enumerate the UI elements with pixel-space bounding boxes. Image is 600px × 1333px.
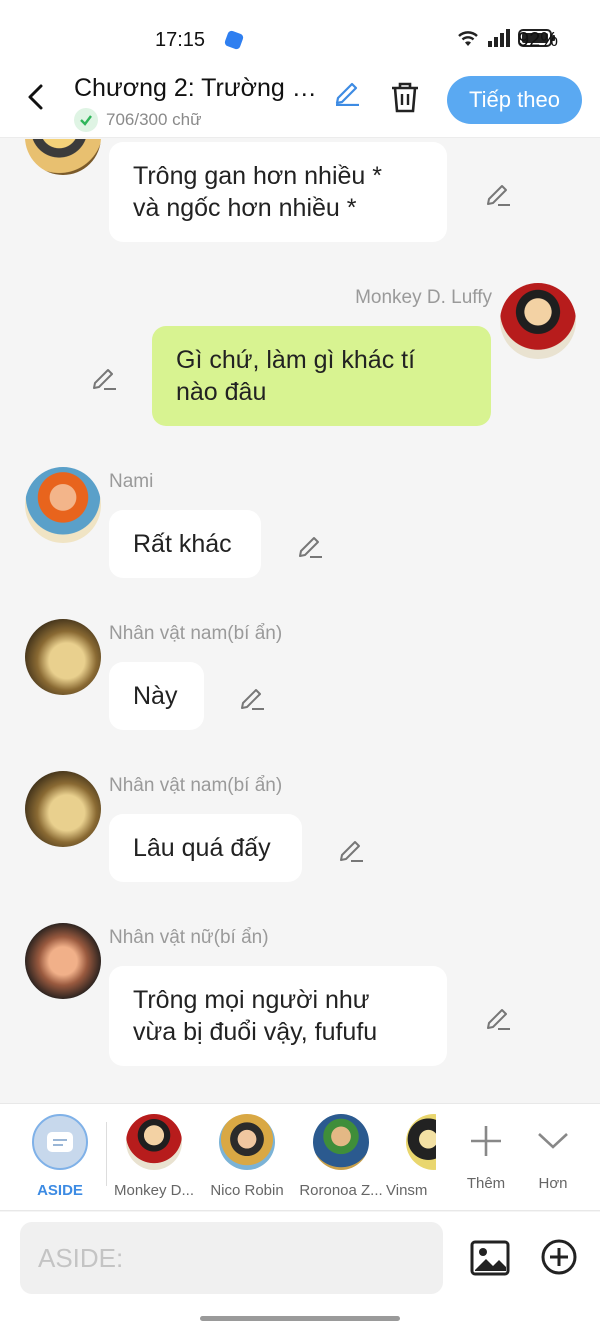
cast-vinsmoke[interactable]: Vinsm [386,1114,436,1199]
aside-icon [32,1114,88,1170]
cast-label: Hơn [538,1175,568,1192]
avatar-mystery-female[interactable] [25,923,101,999]
app-notification-icon [223,29,245,51]
avatar-luffy[interactable] [500,283,576,359]
cast-label: Nico Robin [210,1182,284,1199]
message-bubble[interactable]: Rất khác [109,510,261,578]
sender-name: Monkey D. Luffy [355,287,492,308]
message-bubble[interactable]: Trông gan hơn nhiều * và ngốc hơn nhiều … [109,142,447,242]
chevron-down-icon [538,1133,568,1149]
battery-percent: 92% [518,29,559,51]
signal-icon [488,29,510,47]
avatar-sanji[interactable] [25,139,101,175]
character-selector: ASIDE Monkey D... Nico Robin Roronoa Z..… [0,1103,600,1211]
message-bubble[interactable]: Lâu quá đấy [109,814,302,882]
avatar-robin [219,1114,275,1170]
cast-label: Vinsm [386,1182,428,1199]
home-indicator [200,1316,400,1321]
edit-message-pencil-icon[interactable] [337,835,365,863]
sender-name: Nhân vật nữ(bí ẩn) [109,927,269,948]
cast-aside[interactable]: ASIDE [12,1114,108,1199]
message-bubble[interactable]: Này [109,662,204,730]
word-count-text: 706/300 chữ [106,110,202,129]
avatar-vinsmoke [406,1114,436,1170]
cast-label: Monkey D... [113,1182,195,1199]
word-count: 706/300 chữ [74,108,202,132]
avatar-nami[interactable] [25,467,101,543]
image-icon[interactable] [470,1238,510,1278]
cast-nico-robin[interactable]: Nico Robin [199,1114,295,1199]
chat-area: Trông gan hơn nhiều * và ngốc hơn nhiều … [0,139,600,1103]
status-time: 17:15 [155,29,206,51]
delete-trash-icon[interactable] [388,80,422,114]
add-circle-icon[interactable] [540,1238,578,1276]
edit-message-pencil-icon[interactable] [484,1003,512,1031]
sender-name: Nhân vật nam(bí ẩn) [109,623,283,644]
own-message-bubble[interactable]: Gì chứ, làm gì khác tí nào đâu [152,326,491,426]
cast-luffy[interactable]: Monkey D... [106,1114,202,1199]
message-input[interactable] [20,1222,443,1294]
edit-message-pencil-icon[interactable] [90,363,118,391]
cast-label: Roronoa Z... [299,1182,383,1199]
edit-message-pencil-icon[interactable] [296,531,324,559]
edit-message-pencil-icon[interactable] [238,683,266,711]
cast-zoro[interactable]: Roronoa Z... [293,1114,389,1199]
check-icon [74,108,98,132]
avatar-mystery-male[interactable] [25,619,101,695]
more-characters-button[interactable]: Hơn [505,1114,600,1192]
sender-name: Nami [109,471,154,492]
cast-label: ASIDE [37,1182,83,1199]
back-arrow-icon[interactable] [22,82,52,112]
wifi-icon [458,31,478,46]
chapter-header: Chương 2: Trường học 706/300 chữ Tiếp th… [0,72,600,138]
sender-name: Nhân vật nam(bí ẩn) [109,775,283,796]
avatar-luffy [126,1114,182,1170]
status-bar: 17:15 92% [0,0,600,72]
avatar-mystery-male[interactable] [25,771,101,847]
chapter-title: Chương 2: Trường học [74,74,324,102]
edit-message-pencil-icon[interactable] [484,179,512,207]
message-bubble[interactable]: Trông mọi người như vừa bị đuổi vậy, fuf… [109,966,447,1066]
avatar-zoro [313,1114,369,1170]
next-button[interactable]: Tiếp theo [447,76,582,124]
composer [0,1212,600,1333]
cast-clip: Vinsm [386,1114,436,1204]
edit-title-pencil-icon[interactable] [332,76,362,106]
